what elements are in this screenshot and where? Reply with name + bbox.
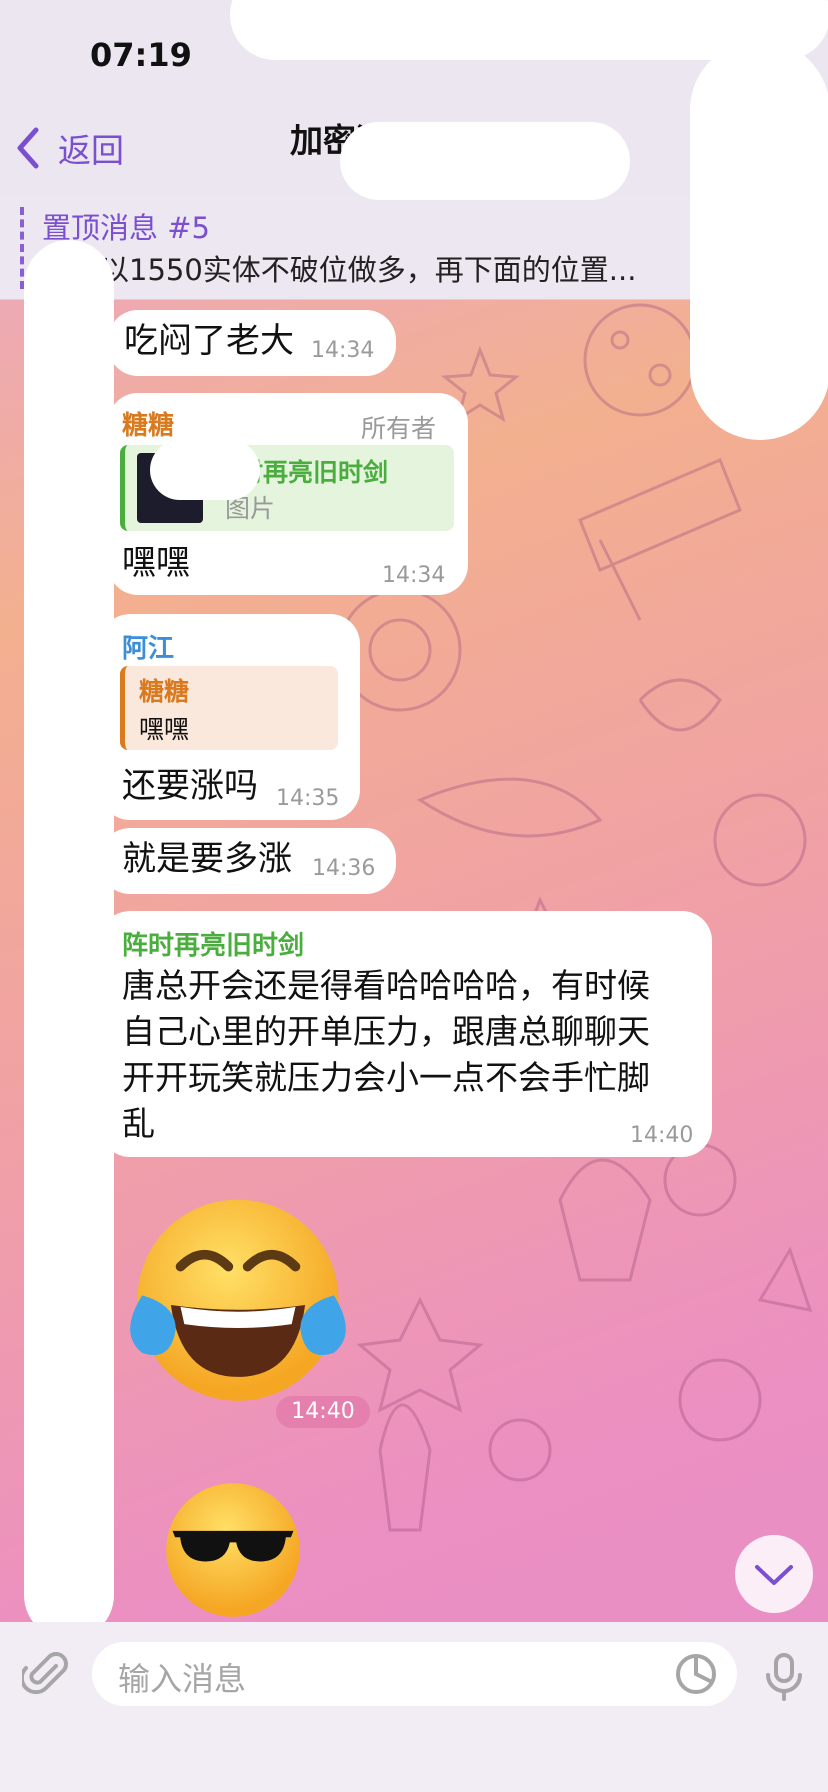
message-line: 唐总开会还是得看哈哈哈哈，有时候 (122, 966, 650, 1005)
sender-name: 糖糖 (122, 411, 175, 441)
message-bubble[interactable]: 吃闷了老大 14:34 (108, 310, 396, 376)
pinned-indicator (20, 207, 24, 289)
sender-role: 所有者 (361, 414, 437, 443)
sunglasses-emoji[interactable] (128, 1480, 338, 1620)
message-text: 唐总开会还是得看哈哈哈哈，有时候 自己心里的开单压力，跟唐总聊聊天 开开玩笑就压… (122, 963, 702, 1147)
sender-name: 阿江 (122, 634, 175, 664)
emoji-time: 14:40 (276, 1396, 370, 1428)
message-text: 还要涨吗 (122, 766, 258, 806)
microphone-icon[interactable] (760, 1648, 808, 1702)
message-bubble[interactable]: 阿江 糖糖 嘿嘿 还要涨吗 14:35 (100, 614, 360, 820)
message-time: 14:35 (276, 786, 340, 811)
back-label: 返回 (58, 131, 124, 170)
sender-name: 阵时再亮旧时剑 (122, 931, 305, 961)
sticker-icon[interactable] (672, 1650, 720, 1698)
tears-of-joy-emoji[interactable] (118, 1190, 358, 1420)
message-time: 14:40 (630, 1123, 694, 1148)
message-line: 开开玩笑就压力会小一点不会手忙脚 (122, 1058, 650, 1097)
reply-text: 嘿嘿 (139, 715, 190, 744)
message-bubble[interactable]: 就是要多涨 14:36 (100, 828, 396, 894)
status-time: 07:19 (90, 36, 192, 74)
redaction-mark (24, 240, 114, 1640)
chevron-down-icon (755, 1565, 793, 1585)
message-input[interactable]: 输入消息 (92, 1642, 737, 1706)
message-time: 14:34 (311, 338, 375, 363)
redaction-mark (150, 440, 260, 500)
reply-sender: 糖糖 (139, 677, 190, 706)
message-text: 嘿嘿 (122, 543, 190, 583)
message-line: 乱 (122, 1104, 155, 1143)
message-bubble[interactable]: 阵时再亮旧时剑 唐总开会还是得看哈哈哈哈，有时候 自己心里的开单压力，跟唐总聊聊… (100, 911, 712, 1157)
input-placeholder: 输入消息 (118, 1660, 247, 1698)
redaction-mark (690, 40, 828, 440)
back-button[interactable]: 返回 (14, 124, 124, 172)
message-text: 吃闷了老大 (124, 321, 294, 361)
input-bar: 输入消息 (0, 1622, 828, 1792)
chevron-left-icon (17, 127, 39, 169)
attachment-icon[interactable] (22, 1650, 70, 1698)
scroll-down-button[interactable] (735, 1535, 813, 1613)
message-time: 14:36 (312, 856, 376, 881)
pinned-text: 还是以1550实体不破位做多，再下面的位置... (42, 253, 637, 287)
message-line: 自己心里的开单压力，跟唐总聊聊天 (122, 1012, 650, 1051)
message-time: 14:34 (382, 563, 446, 588)
message-text: 就是要多涨 (122, 839, 292, 879)
reply-preview[interactable]: 糖糖 嘿嘿 (120, 666, 338, 750)
redaction-mark (340, 122, 630, 200)
